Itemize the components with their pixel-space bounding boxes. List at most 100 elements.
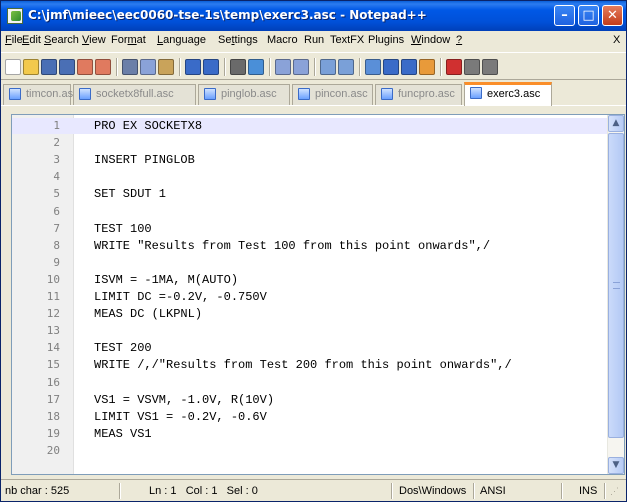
code-line[interactable]: MEAS VS1: [74, 426, 607, 442]
line-number: 13: [46, 324, 60, 338]
menu-item-Window[interactable]: Window: [411, 34, 450, 46]
menu-item-File[interactable]: File: [5, 34, 23, 46]
menu-item-View[interactable]: View: [82, 34, 106, 46]
code-line[interactable]: [74, 443, 607, 459]
tab-exerc3-asc[interactable]: exerc3.asc: [464, 82, 552, 106]
vertical-scrollbar[interactable]: ▲ ▼: [607, 115, 624, 474]
save-all-icon[interactable]: [59, 59, 75, 75]
zoom-out-icon[interactable]: [293, 59, 309, 75]
line-number: 1: [53, 119, 60, 132]
line-number: 4: [53, 170, 60, 184]
close-all-icon[interactable]: [95, 59, 111, 75]
line-number: 6: [53, 204, 60, 218]
tab-label: pincon.asc: [315, 88, 368, 100]
undo-icon[interactable]: [185, 59, 201, 75]
line-number-gutter: 1 2 3 4 5 6 7 8 9 10 11 12 13 14 15 16 17 18 19 20: [12, 115, 74, 474]
code-line-text: WRITE /,/"Results from Test 200 from thi…: [94, 358, 512, 373]
code-area[interactable]: PRO EX SOCKETX8 INSERT PINGLOB SET SDUT 1 T…: [74, 115, 607, 474]
replace-icon[interactable]: [248, 59, 264, 75]
code-line[interactable]: WRITE "Results from Test 100 from this p…: [74, 238, 607, 254]
scrollbar-thumb[interactable]: [608, 133, 624, 438]
menu-close-document-button[interactable]: X: [613, 34, 620, 46]
menu-item-TextFX[interactable]: TextFX: [330, 34, 364, 46]
save-icon[interactable]: [41, 59, 57, 75]
maximize-button[interactable]: □: [578, 5, 599, 26]
file-tab-icon: [381, 88, 393, 100]
line-number: 15: [46, 358, 60, 372]
find-icon[interactable]: [230, 59, 246, 75]
code-line[interactable]: [74, 204, 607, 220]
code-line[interactable]: MEAS DC (LKPNL): [74, 306, 607, 322]
file-tab-icon: [9, 88, 21, 100]
code-line-text: MEAS VS1: [94, 426, 152, 441]
zoom-in-icon[interactable]: [275, 59, 291, 75]
cut-icon[interactable]: [122, 59, 138, 75]
scroll-down-arrow-icon[interactable]: ▼: [608, 457, 624, 474]
stop-macro-icon[interactable]: [464, 59, 480, 75]
toolbar-separator: [116, 58, 117, 76]
code-line[interactable]: ISVM = -1MA, M(AUTO): [74, 272, 607, 288]
tab-socketx8full-asc[interactable]: socketx8full.asc: [73, 84, 196, 105]
tab-label: socketx8full.asc: [96, 88, 174, 100]
encoding[interactable]: ANSI: [480, 483, 506, 499]
code-line[interactable]: TEST 100: [74, 221, 607, 237]
code-line[interactable]: [74, 169, 607, 185]
code-line[interactable]: PRO EX SOCKETX8: [74, 118, 607, 134]
line-number: 19: [46, 426, 60, 440]
copy-icon[interactable]: [140, 59, 156, 75]
play-macro-icon[interactable]: [482, 59, 498, 75]
menu-item-Macro[interactable]: Macro: [267, 34, 298, 46]
line-number: 16: [46, 375, 60, 389]
new-file-icon[interactable]: [5, 59, 21, 75]
code-line[interactable]: VS1 = VSVM, -1.0V, R(10V): [74, 392, 607, 408]
sync-vertical-icon[interactable]: [320, 59, 336, 75]
indent-guide-icon[interactable]: [401, 59, 417, 75]
resize-grip-icon[interactable]: ⋰: [610, 483, 619, 499]
menu-item-Edit[interactable]: Edit: [22, 34, 41, 46]
redo-icon[interactable]: [203, 59, 219, 75]
insert-mode[interactable]: INS: [579, 483, 597, 499]
code-line[interactable]: [74, 135, 607, 151]
menu-item-Run[interactable]: Run: [304, 34, 324, 46]
notepad-plus-plus-app-icon[interactable]: [7, 8, 23, 24]
code-line[interactable]: LIMIT DC =-0.2V, -0.750V: [74, 289, 607, 305]
code-line[interactable]: SET SDUT 1: [74, 186, 607, 202]
tab-pinglob-asc[interactable]: pinglob.asc: [198, 84, 290, 105]
toolbar-separator: [179, 58, 180, 76]
tab-pincon-asc[interactable]: pincon.asc: [292, 84, 373, 105]
menu-item-Settings[interactable]: Settings: [218, 34, 258, 46]
title-bar[interactable]: C:\jmf\mieec\eec0060-tse-1s\temp\exerc3.…: [1, 1, 626, 31]
status-divider: [473, 483, 474, 499]
code-line[interactable]: WRITE /,/"Results from Test 200 from thi…: [74, 357, 607, 373]
open-file-icon[interactable]: [23, 59, 39, 75]
code-line-text: LIMIT DC =-0.2V, -0.750V: [94, 290, 267, 304]
close-window-button[interactable]: ✕: [602, 5, 623, 26]
menu-item-Language[interactable]: Language: [157, 34, 206, 46]
toolbar-separator: [440, 58, 441, 76]
code-line[interactable]: [74, 375, 607, 391]
menu-item-?[interactable]: ?: [456, 34, 462, 46]
close-icon[interactable]: [77, 59, 93, 75]
user-lang-icon[interactable]: [419, 59, 435, 75]
code-line[interactable]: [74, 323, 607, 339]
editor-pane[interactable]: 1 2 3 4 5 6 7 8 9 10 11 12 13 14 15 16 17 18 19 20 PRO EX S…: [11, 114, 625, 475]
code-line[interactable]: LIMIT VS1 = -0.2V, -0.6V: [74, 409, 607, 425]
code-line[interactable]: TEST 200: [74, 340, 607, 356]
tab-label: pinglob.asc: [221, 88, 277, 100]
menu-item-Search[interactable]: Search: [44, 34, 79, 46]
tab-timcon-asc[interactable]: timcon.asc: [3, 84, 79, 105]
menu-item-Plugins[interactable]: Plugins: [368, 34, 404, 46]
line-ending-format[interactable]: Dos\Windows: [399, 483, 466, 499]
code-line[interactable]: INSERT PINGLOB: [74, 152, 607, 168]
menu-item-Format[interactable]: Format: [111, 34, 146, 46]
sync-horizontal-icon[interactable]: [338, 59, 354, 75]
line-number: 20: [46, 443, 60, 457]
paste-icon[interactable]: [158, 59, 174, 75]
code-line[interactable]: [74, 255, 607, 271]
scroll-up-arrow-icon[interactable]: ▲: [608, 115, 624, 132]
record-macro-icon[interactable]: [446, 59, 462, 75]
show-all-chars-icon[interactable]: [383, 59, 399, 75]
tab-funcpro-asc[interactable]: funcpro.asc: [375, 84, 462, 105]
minimize-button[interactable]: –: [554, 5, 575, 26]
word-wrap-icon[interactable]: [365, 59, 381, 75]
